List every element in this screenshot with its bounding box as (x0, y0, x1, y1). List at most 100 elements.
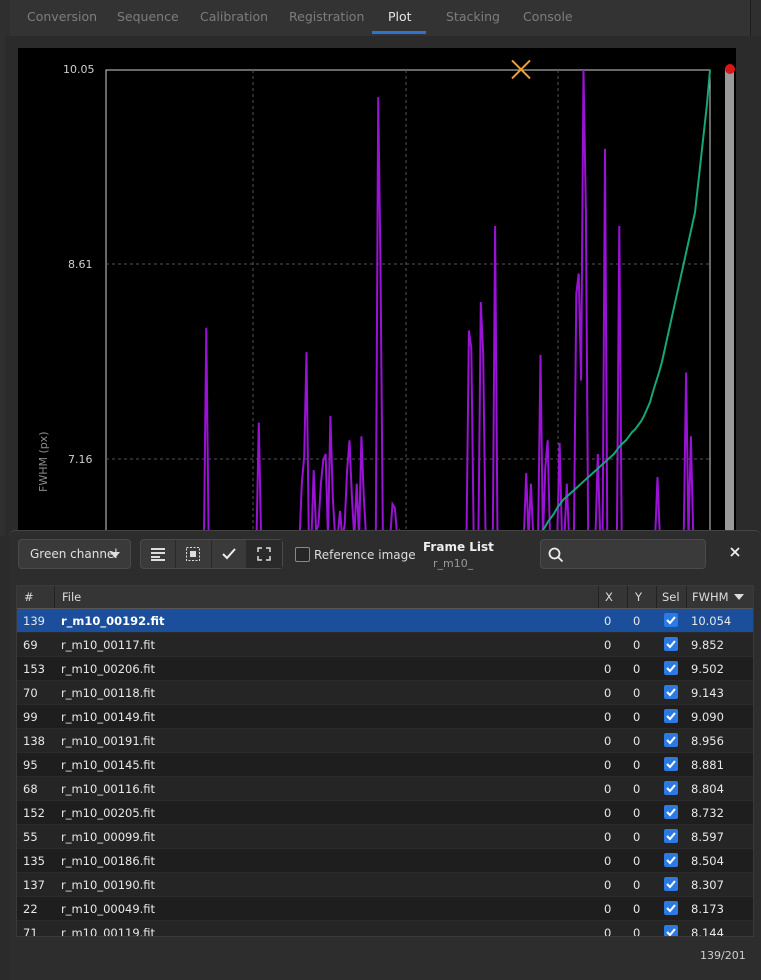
row-num: 99 (23, 710, 38, 724)
expand-icon (257, 547, 272, 561)
tab-console[interactable]: Console (523, 9, 573, 24)
row-select-checkbox[interactable] (664, 829, 678, 843)
col-header-sel[interactable]: Sel (662, 590, 680, 604)
tab-sequence[interactable]: Sequence (117, 9, 179, 24)
row-x: 0 (604, 830, 612, 844)
row-file: r_m10_00099.fit (61, 830, 156, 844)
row-select-checkbox[interactable] (664, 661, 678, 675)
frame-count: 139/201 (700, 949, 746, 962)
col-header-y[interactable]: Y (635, 590, 642, 604)
row-y: 0 (633, 758, 641, 772)
row-select-checkbox[interactable] (664, 637, 678, 651)
row-select-checkbox[interactable] (664, 853, 678, 867)
ytick-mid: 8.61 (68, 258, 93, 271)
checkmark-icon (666, 712, 676, 721)
table-row[interactable]: 99 r_m10_00149.fit 0 0 9.090 (17, 705, 753, 729)
row-select-checkbox[interactable] (664, 757, 678, 771)
row-x: 0 (604, 782, 612, 796)
row-file: r_m10_00118.fit (61, 686, 156, 700)
row-x: 0 (604, 638, 612, 652)
row-fwhm: 8.504 (691, 854, 724, 868)
row-select-checkbox[interactable] (664, 901, 678, 915)
table-row[interactable]: 55 r_m10_00099.fit 0 0 8.597 (17, 825, 753, 849)
row-fwhm: 8.881 (691, 758, 724, 772)
row-num: 69 (23, 638, 38, 652)
row-file: r_m10_00205.fit (61, 806, 156, 820)
checkmark-icon (666, 784, 676, 793)
table-row[interactable]: 71 r_m10_00119.fit 0 0 8.144 (17, 921, 753, 936)
row-y: 0 (633, 806, 641, 820)
row-num: 70 (23, 686, 38, 700)
table-row[interactable]: 138 r_m10_00191.fit 0 0 8.956 (17, 729, 753, 753)
tab-calibration[interactable]: Calibration (200, 9, 268, 24)
row-select-checkbox[interactable] (664, 925, 678, 936)
row-num: 135 (23, 854, 45, 868)
row-file: r_m10_00186.fit (61, 854, 156, 868)
table-row[interactable]: 139 r_m10_00192.fit 0 0 10.054 (17, 609, 753, 633)
tab-registration[interactable]: Registration (289, 9, 364, 24)
row-num: 22 (23, 902, 38, 916)
select-area-icon (186, 547, 201, 561)
table-row[interactable]: 135 r_m10_00186.fit 0 0 8.504 (17, 849, 753, 873)
row-y: 0 (633, 686, 641, 700)
list-icon (151, 548, 166, 561)
row-file: r_m10_00116.fit (61, 782, 156, 796)
table-row[interactable]: 95 r_m10_00145.fit 0 0 8.881 (17, 753, 753, 777)
row-y: 0 (633, 638, 641, 652)
plot-scrollbar[interactable] (725, 68, 734, 538)
row-fwhm: 8.173 (691, 902, 724, 916)
col-header-fwhm[interactable]: FWHM (692, 590, 729, 604)
select-all-button[interactable] (212, 540, 247, 568)
table-row[interactable]: 153 r_m10_00206.fit 0 0 9.502 (17, 657, 753, 681)
row-num: 68 (23, 782, 38, 796)
checkmark-icon (666, 808, 676, 817)
select-range-button[interactable] (176, 540, 212, 568)
fwhm-plot[interactable]: 10.05 8.61 7.16 (18, 48, 736, 538)
channel-select[interactable]: Green channel (18, 539, 131, 569)
tab-conversion[interactable]: Conversion (27, 9, 97, 24)
ytick-top: 10.05 (63, 63, 95, 76)
row-fwhm: 9.090 (691, 710, 724, 724)
row-fwhm: 8.804 (691, 782, 724, 796)
table-row[interactable]: 70 r_m10_00118.fit 0 0 9.143 (17, 681, 753, 705)
row-select-checkbox[interactable] (664, 805, 678, 819)
row-select-checkbox[interactable] (664, 877, 678, 891)
tab-bar: Conversion Sequence Calibration Registra… (0, 0, 761, 36)
tab-stacking[interactable]: Stacking (446, 9, 500, 24)
col-header-x[interactable]: X (605, 590, 613, 604)
table-row[interactable]: 137 r_m10_00190.fit 0 0 8.307 (17, 873, 753, 897)
row-num: 137 (23, 878, 45, 892)
col-header-file[interactable]: File (62, 590, 81, 604)
table-row[interactable]: 22 r_m10_00049.fit 0 0 8.173 (17, 897, 753, 921)
checkmark-icon (666, 928, 676, 936)
fullscreen-button[interactable] (246, 540, 282, 568)
row-select-checkbox[interactable] (664, 709, 678, 723)
tab-plot[interactable]: Plot (388, 9, 412, 24)
row-x: 0 (604, 854, 612, 868)
col-header-num[interactable]: # (24, 590, 34, 604)
row-x: 0 (604, 902, 612, 916)
search-input[interactable] (540, 539, 706, 569)
row-select-checkbox[interactable] (664, 733, 678, 747)
list-view-button[interactable] (141, 540, 177, 568)
fwhm-series-line (202, 69, 710, 538)
table-row[interactable]: 68 r_m10_00116.fit 0 0 8.804 (17, 777, 753, 801)
row-x: 0 (604, 806, 612, 820)
row-file: r_m10_00206.fit (61, 662, 156, 676)
row-x: 0 (604, 758, 612, 772)
table-header: # File X Y Sel FWHM (17, 586, 753, 609)
table-row[interactable]: 152 r_m10_00205.fit 0 0 8.732 (17, 801, 753, 825)
row-select-checkbox[interactable] (664, 685, 678, 699)
row-y: 0 (633, 854, 641, 868)
table-row[interactable]: 69 r_m10_00117.fit 0 0 9.852 (17, 633, 753, 657)
checkmark-icon (666, 640, 676, 649)
row-y: 0 (633, 710, 641, 724)
row-select-checkbox[interactable] (664, 781, 678, 795)
close-icon (730, 547, 740, 557)
reference-image-checkbox[interactable] (295, 547, 310, 562)
row-select-checkbox[interactable] (664, 613, 678, 627)
close-button[interactable] (729, 544, 741, 562)
row-x: 0 (604, 878, 612, 892)
row-num: 138 (23, 734, 45, 748)
row-y: 0 (633, 902, 641, 916)
